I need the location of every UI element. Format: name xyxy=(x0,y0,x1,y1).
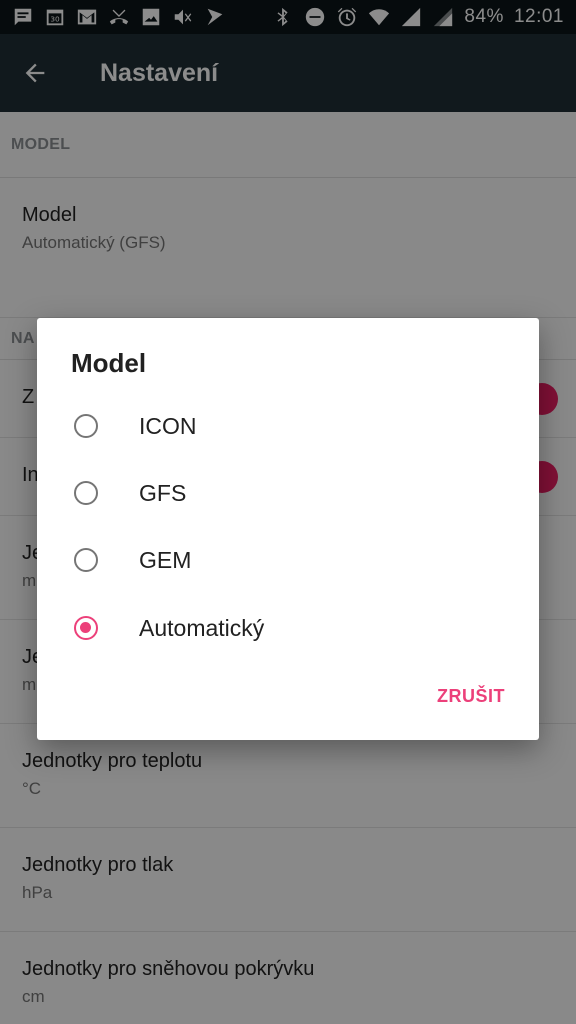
mute-icon xyxy=(172,6,194,28)
model-dialog: Model ICON GFS GEM Automatický ZRUŠIT xyxy=(37,318,539,740)
notification-icons: 30 xyxy=(12,6,226,28)
check-icon xyxy=(204,6,226,28)
signal2-icon xyxy=(432,6,454,28)
dnd-icon xyxy=(304,6,326,28)
battery-level: 84% xyxy=(464,6,504,27)
status-bar: 30 84% 12:01 xyxy=(0,0,576,34)
radio-unchecked-icon[interactable] xyxy=(74,548,98,572)
clock: 12:01 xyxy=(513,6,564,27)
option-automatic[interactable]: Automatický xyxy=(37,597,539,659)
bluetooth-icon xyxy=(272,6,294,28)
option-gem[interactable]: GEM xyxy=(37,529,539,591)
radio-checked-icon[interactable] xyxy=(74,616,98,640)
cancel-button[interactable]: ZRUŠIT xyxy=(425,674,517,718)
option-gfs[interactable]: GFS xyxy=(37,462,539,524)
back-button[interactable] xyxy=(0,34,70,112)
arrow-back-icon xyxy=(25,63,45,83)
missed-call-icon xyxy=(108,6,130,28)
page-title: Nastavení xyxy=(100,58,219,87)
signal-icon xyxy=(400,6,422,28)
radio-unchecked-icon[interactable] xyxy=(74,414,98,438)
dialog-title: Model xyxy=(71,348,147,378)
option-label: Automatický xyxy=(139,614,265,641)
option-icon[interactable]: ICON xyxy=(37,395,539,457)
radio-unchecked-icon[interactable] xyxy=(74,481,98,505)
message-icon xyxy=(12,6,34,28)
option-label: GFS xyxy=(139,479,187,506)
gmail-icon xyxy=(76,6,98,28)
calendar-icon: 30 xyxy=(44,6,66,28)
option-label: GEM xyxy=(139,546,192,573)
wifi-icon xyxy=(368,6,390,28)
image-icon xyxy=(140,6,162,28)
app-toolbar: Nastavení xyxy=(0,34,576,112)
option-label: ICON xyxy=(139,412,197,439)
svg-text:30: 30 xyxy=(50,15,60,24)
system-icons: 84% 12:01 xyxy=(272,6,564,28)
alarm-icon xyxy=(336,6,358,28)
